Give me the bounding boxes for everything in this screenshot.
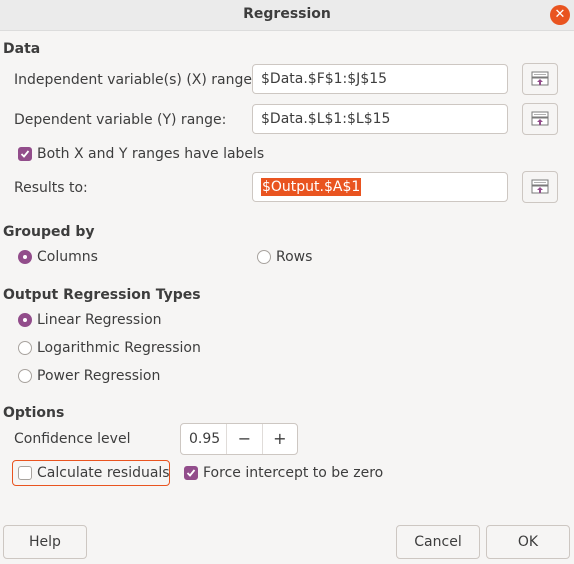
confidence-label: Confidence level (14, 431, 131, 447)
labels-checkbox-row[interactable]: Both X and Y ranges have labels (18, 143, 264, 165)
shrink-icon (531, 71, 549, 86)
output-types-title: Output Regression Types (3, 287, 201, 303)
title-bar: Regression ✕ (0, 0, 574, 31)
force-intercept-checkbox-label: Force intercept to be zero (203, 465, 384, 481)
force-intercept-checkbox[interactable] (184, 466, 198, 480)
logarithmic-radio-label: Logarithmic Regression (37, 340, 201, 356)
columns-radio[interactable] (18, 250, 32, 264)
x-range-shrink-button[interactable] (522, 63, 558, 95)
shrink-icon (531, 111, 549, 126)
labels-checkbox[interactable] (18, 147, 32, 161)
y-range-shrink-button[interactable] (522, 103, 558, 135)
confidence-increment-button[interactable]: + (261, 424, 297, 454)
checkmark-icon (20, 150, 30, 158)
help-button[interactable]: Help (3, 525, 87, 559)
y-range-label: Dependent variable (Y) range: (14, 112, 227, 128)
confidence-value[interactable]: 0.95 (181, 424, 226, 454)
residuals-checkbox[interactable] (18, 466, 32, 480)
rows-radio[interactable] (257, 250, 271, 264)
results-label: Results to: (14, 180, 88, 196)
linear-radio-row[interactable]: Linear Regression (18, 309, 162, 331)
ok-button[interactable]: OK (486, 525, 570, 559)
window-title: Regression (243, 6, 331, 22)
x-range-input[interactable]: $Data.$F$1:$J$15 (252, 64, 508, 94)
close-icon: ✕ (554, 7, 566, 22)
power-radio-label: Power Regression (37, 368, 161, 384)
x-range-label: Independent variable(s) (X) range: (14, 72, 257, 88)
shrink-icon (531, 179, 549, 194)
results-value: $Output.$A$1 (261, 178, 362, 196)
residuals-checkbox-label: Calculate residuals (37, 465, 170, 481)
power-radio[interactable] (18, 369, 32, 383)
labels-checkbox-label: Both X and Y ranges have labels (37, 146, 265, 162)
grouped-by-title: Grouped by (3, 224, 95, 240)
checkmark-icon (186, 469, 196, 477)
data-section-title: Data (3, 41, 41, 57)
power-radio-row[interactable]: Power Regression (18, 365, 160, 387)
y-range-input[interactable]: $Data.$L$1:$L$15 (252, 104, 508, 134)
linear-radio[interactable] (18, 313, 32, 327)
logarithmic-radio-row[interactable]: Logarithmic Regression (18, 337, 201, 359)
residuals-checkbox-row[interactable]: Calculate residuals (18, 462, 170, 484)
force-intercept-checkbox-row[interactable]: Force intercept to be zero (184, 462, 383, 484)
cancel-button[interactable]: Cancel (396, 525, 480, 559)
options-title: Options (3, 405, 65, 421)
minus-icon: − (237, 429, 252, 448)
rows-radio-row[interactable]: Rows (257, 246, 312, 268)
regression-dialog: Regression ✕ Data Independent variable(s… (0, 0, 574, 564)
columns-radio-label: Columns (37, 249, 98, 265)
y-range-value: $Data.$L$1:$L$15 (261, 111, 391, 127)
linear-radio-label: Linear Regression (37, 312, 162, 328)
results-input[interactable]: $Output.$A$1 (252, 172, 508, 202)
columns-radio-row[interactable]: Columns (18, 246, 98, 268)
confidence-spinbox[interactable]: 0.95 − + (180, 423, 298, 455)
logarithmic-radio[interactable] (18, 341, 32, 355)
plus-icon: + (273, 429, 287, 448)
x-range-value: $Data.$F$1:$J$15 (261, 71, 388, 87)
close-button[interactable]: ✕ (550, 5, 570, 25)
rows-radio-label: Rows (276, 249, 313, 265)
confidence-decrement-button[interactable]: − (226, 424, 261, 454)
results-shrink-button[interactable] (522, 171, 558, 203)
